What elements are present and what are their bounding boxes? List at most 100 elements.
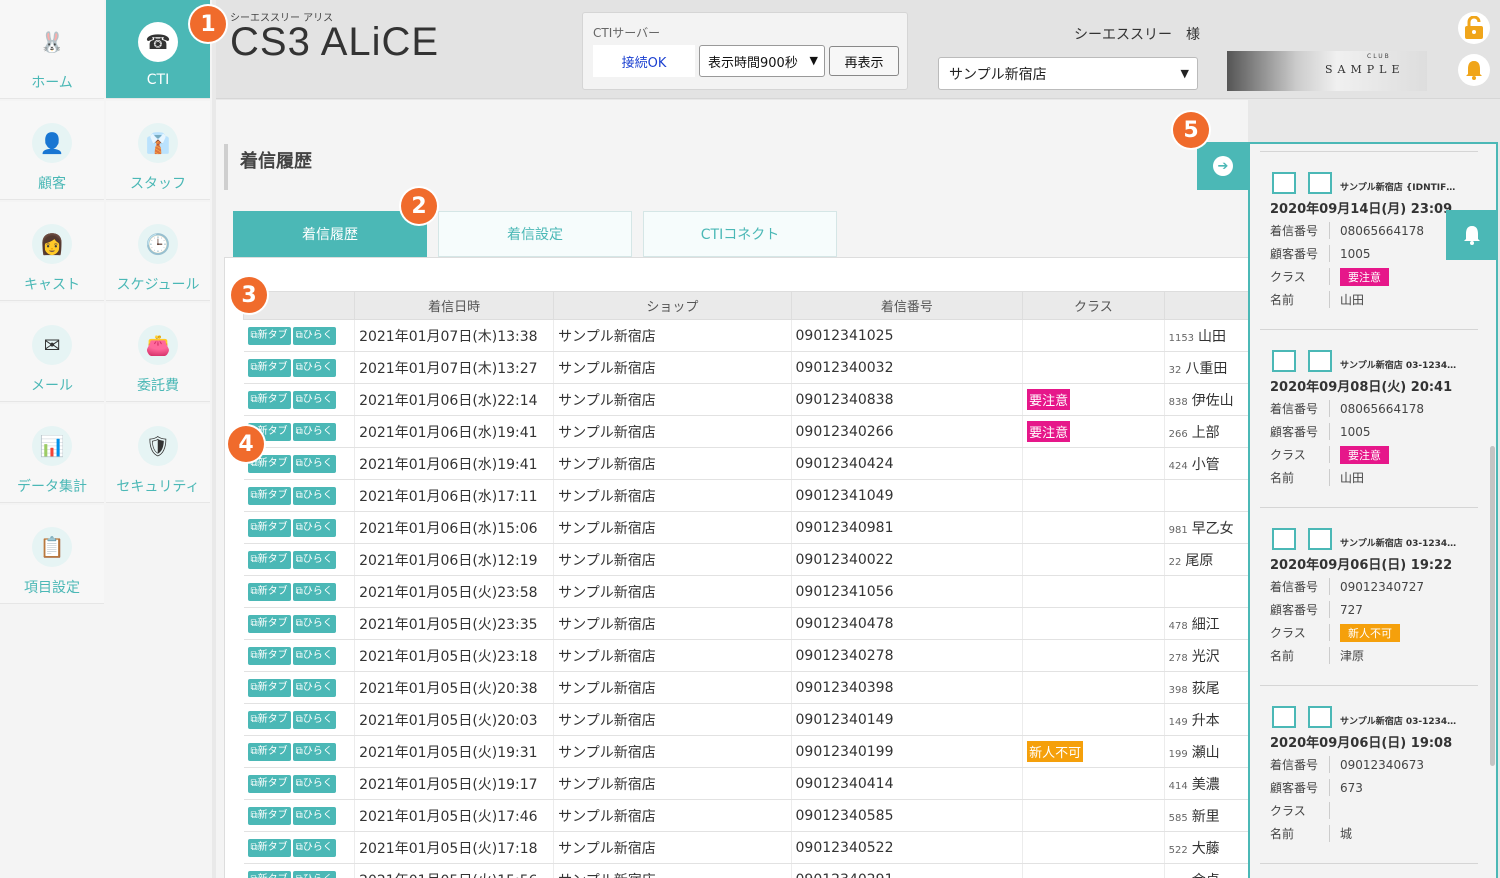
sidebar-item-0[interactable]: 🐰 ホーム bbox=[0, 0, 104, 99]
sidebar-item-9[interactable]: 🛡 セキュリティ bbox=[106, 404, 210, 503]
home-rabbit-icon: 🐰 bbox=[32, 22, 72, 62]
window-icon[interactable] bbox=[1308, 528, 1332, 550]
sidebar-item-7[interactable]: 👛 委託費 bbox=[106, 303, 210, 402]
open-button[interactable]: ⧉ひらく bbox=[292, 359, 336, 377]
customer-id: 981 bbox=[1168, 524, 1188, 536]
new-tab-button[interactable]: ⧉新タブ bbox=[247, 391, 291, 409]
cell-number: 09012341025 bbox=[791, 319, 1024, 352]
open-button[interactable]: ⧉ひらく bbox=[292, 583, 336, 601]
cell-date: 2021年01月05日(火)19:17 bbox=[354, 767, 555, 800]
customer-name: 早乙女 bbox=[1191, 520, 1234, 537]
new-tab-button[interactable]: ⧉新タブ bbox=[247, 327, 291, 345]
new-tab-button[interactable]: ⧉新タブ bbox=[247, 519, 291, 537]
new-tab-button[interactable]: ⧉新タブ bbox=[247, 775, 291, 793]
cell-shop: サンプル新宿店 bbox=[553, 383, 792, 416]
open-button[interactable]: ⧉ひらく bbox=[292, 391, 336, 409]
new-tab-button[interactable]: ⧉新タブ bbox=[247, 551, 291, 569]
open-button[interactable]: ⧉ひらく bbox=[292, 423, 336, 441]
tab-call-history[interactable]: 着信履歴 bbox=[233, 211, 427, 257]
panel-toggle-button[interactable]: ➔ bbox=[1197, 142, 1249, 190]
cell-class: 要注意 bbox=[1022, 415, 1165, 448]
display-time-select[interactable]: 表示時間900秒 ▼ bbox=[699, 45, 825, 77]
sidebar-item-label: セキュリティ bbox=[116, 479, 200, 495]
new-tab-button[interactable]: ⧉新タブ bbox=[247, 647, 291, 665]
open-button[interactable]: ⧉ひらく bbox=[292, 455, 336, 473]
open-button[interactable]: ⧉ひらく bbox=[292, 615, 336, 633]
cell-number: 09012340981 bbox=[791, 511, 1024, 544]
tab-cti-connect[interactable]: CTIコネクト bbox=[643, 211, 837, 257]
header-class[interactable]: クラス bbox=[1022, 291, 1165, 320]
recent-call-card[interactable]: サンプル新宿店 03-1234… 2020年09月06日(日) 19:22 着信番号… bbox=[1260, 528, 1478, 688]
open-button[interactable]: ⧉ひらく bbox=[292, 551, 336, 569]
recent-call-card[interactable]: サンプル新宿店 03-1234… 2020年09月06日(日) 19:08 着信番号… bbox=[1260, 706, 1478, 866]
open-button[interactable]: ⧉ひらく bbox=[292, 711, 336, 729]
table-row: ⧉新タブ ⧉ひらく 2021年01月06日(水)12:19 サンプル新宿店 090123… bbox=[243, 543, 1264, 576]
window-split-icon[interactable] bbox=[1272, 172, 1296, 194]
window-icon[interactable] bbox=[1308, 706, 1332, 728]
display-time-value: 表示時間900秒 bbox=[708, 55, 798, 71]
table-row: ⧉新タブ⧉ひらく2021年01月05日(火)15:56サンプル新宿店090123… bbox=[243, 863, 1264, 878]
sidebar-item-8[interactable]: 📊 データ集計 bbox=[0, 404, 104, 503]
sidebar-item-10[interactable]: 📋 項目設定 bbox=[0, 505, 104, 604]
new-tab-button[interactable]: ⧉新タブ bbox=[247, 679, 291, 697]
sidebar-item-6[interactable]: ✉ メール bbox=[0, 303, 104, 402]
recent-call-card[interactable]: サンプル新宿店 03-1234… 2020年09月08日(火) 20:41 着信番号… bbox=[1260, 350, 1478, 510]
new-tab-button[interactable]: ⧉新タブ bbox=[247, 487, 291, 505]
open-button[interactable]: ⧉ひらく bbox=[292, 679, 336, 697]
row-actions: ⧉新タブ⧉ひらく bbox=[243, 575, 356, 608]
open-button[interactable]: ⧉ひらく bbox=[292, 743, 336, 761]
header-number[interactable]: 着信番号 bbox=[790, 291, 1024, 320]
cell-class bbox=[1022, 639, 1165, 672]
open-button[interactable]: ⧉ひらく bbox=[292, 839, 336, 857]
open-button[interactable]: ⧉ひらく bbox=[292, 327, 336, 345]
open-button[interactable]: ⧉ひらく bbox=[292, 647, 336, 665]
sidebar-item-5[interactable]: 🕒 スケジュール bbox=[106, 202, 210, 301]
tab-call-settings[interactable]: 着信設定 bbox=[438, 211, 632, 257]
sidebar-item-3[interactable]: 👔 スタッフ bbox=[106, 101, 210, 200]
customer-id: 414 bbox=[1168, 780, 1188, 792]
lock-button[interactable] bbox=[1458, 12, 1490, 44]
open-button[interactable]: ⧉ひらく bbox=[292, 519, 336, 537]
arrow-right-icon: ➔ bbox=[1213, 156, 1233, 176]
new-tab-button[interactable]: ⧉新タブ bbox=[247, 359, 291, 377]
cell-number: 09012340522 bbox=[791, 831, 1024, 864]
new-tab-button[interactable]: ⧉新タブ bbox=[247, 871, 291, 878]
header-shop[interactable]: ショップ bbox=[553, 291, 792, 320]
card-row-customer: 顧客番号 1005 bbox=[1270, 423, 1371, 440]
panel-scrollbar[interactable] bbox=[1490, 446, 1495, 766]
table-header-row: 着信日時 ショップ 着信番号 クラス bbox=[242, 291, 1264, 320]
open-button[interactable]: ⧉ひらく bbox=[292, 807, 336, 825]
open-button[interactable]: ⧉ひらく bbox=[292, 775, 336, 793]
new-tab-button[interactable]: ⧉新タブ bbox=[247, 743, 291, 761]
header-date[interactable]: 着信日時 bbox=[354, 291, 555, 320]
open-label: ひらく bbox=[302, 746, 333, 757]
window-split-icon[interactable] bbox=[1272, 528, 1296, 550]
panel-notification-button[interactable] bbox=[1446, 210, 1498, 260]
sidebar-item-4[interactable]: 👩 キャスト bbox=[0, 202, 104, 301]
redisplay-button[interactable]: 再表示 bbox=[829, 46, 899, 76]
new-tab-button[interactable]: ⧉新タブ bbox=[247, 583, 291, 601]
sidebar-item-2[interactable]: 👤 顧客 bbox=[0, 101, 104, 200]
sidebar-item-label: 委託費 bbox=[137, 378, 179, 394]
new-tab-button[interactable]: ⧉新タブ bbox=[247, 615, 291, 633]
new-tab-button[interactable]: ⧉新タブ bbox=[247, 807, 291, 825]
new-tab-label: 新タブ bbox=[257, 586, 288, 597]
card-divider bbox=[1260, 507, 1478, 508]
card-icons bbox=[1272, 350, 1332, 372]
window-icon[interactable] bbox=[1308, 172, 1332, 194]
window-split-icon[interactable] bbox=[1272, 706, 1296, 728]
notification-button[interactable] bbox=[1458, 54, 1490, 86]
customer-id: 278 bbox=[1168, 652, 1188, 664]
open-label: ひらく bbox=[302, 330, 333, 341]
card-date: 2020年09月14日(月) 23:09 bbox=[1270, 202, 1453, 217]
open-button[interactable]: ⧉ひらく bbox=[292, 871, 336, 878]
customer-name: 金貞 bbox=[1192, 873, 1220, 878]
table-row: ⧉新タブ ⧉ひらく 2021年01月05日(火)19:31 サンプル新宿店 090123… bbox=[243, 735, 1264, 768]
open-button[interactable]: ⧉ひらく bbox=[292, 487, 336, 505]
new-tab-button[interactable]: ⧉新タブ bbox=[247, 839, 291, 857]
window-icon[interactable] bbox=[1308, 350, 1332, 372]
shop-select[interactable]: サンプル新宿店 ▼ bbox=[938, 57, 1198, 90]
new-tab-label: 新タブ bbox=[257, 650, 288, 661]
new-tab-button[interactable]: ⧉新タブ bbox=[247, 711, 291, 729]
window-split-icon[interactable] bbox=[1272, 350, 1296, 372]
